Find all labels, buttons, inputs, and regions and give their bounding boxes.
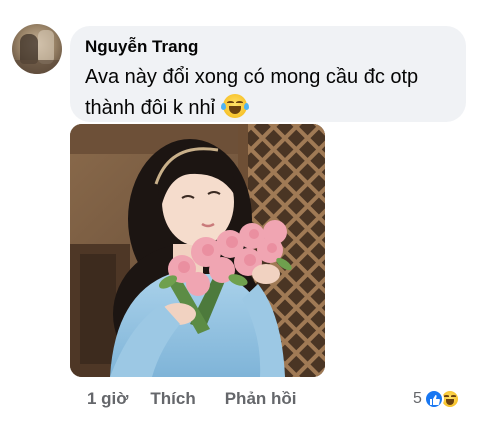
reactions-summary[interactable]: 5 xyxy=(413,388,460,410)
comment-photo[interactable] xyxy=(70,124,325,377)
reply-button[interactable]: Phản hồi xyxy=(225,388,297,410)
like-button[interactable]: Thích xyxy=(150,388,195,410)
comment-bubble: Nguyễn Trang Ava này đổi xong có mong cầ… xyxy=(70,26,466,122)
laughing-tears-emoji-icon xyxy=(220,94,249,118)
comment-text-container: Ava này đổi xong có mong cầu đc otp thàn… xyxy=(85,62,445,124)
avatar-shape xyxy=(38,30,54,64)
comment-actions: 1 giờ Thích Phản hồi xyxy=(87,388,297,410)
like-reaction-icon xyxy=(423,389,444,409)
photo-illustration xyxy=(70,124,325,377)
comment-timestamp[interactable]: 1 giờ xyxy=(87,388,128,410)
avatar-shape xyxy=(12,60,62,74)
reaction-count: 5 xyxy=(413,390,422,407)
avatar[interactable] xyxy=(12,24,62,74)
comment-author[interactable]: Nguyễn Trang xyxy=(85,36,452,58)
comment-text: Ava này đổi xong có mong cầu đc otp thàn… xyxy=(85,66,419,119)
